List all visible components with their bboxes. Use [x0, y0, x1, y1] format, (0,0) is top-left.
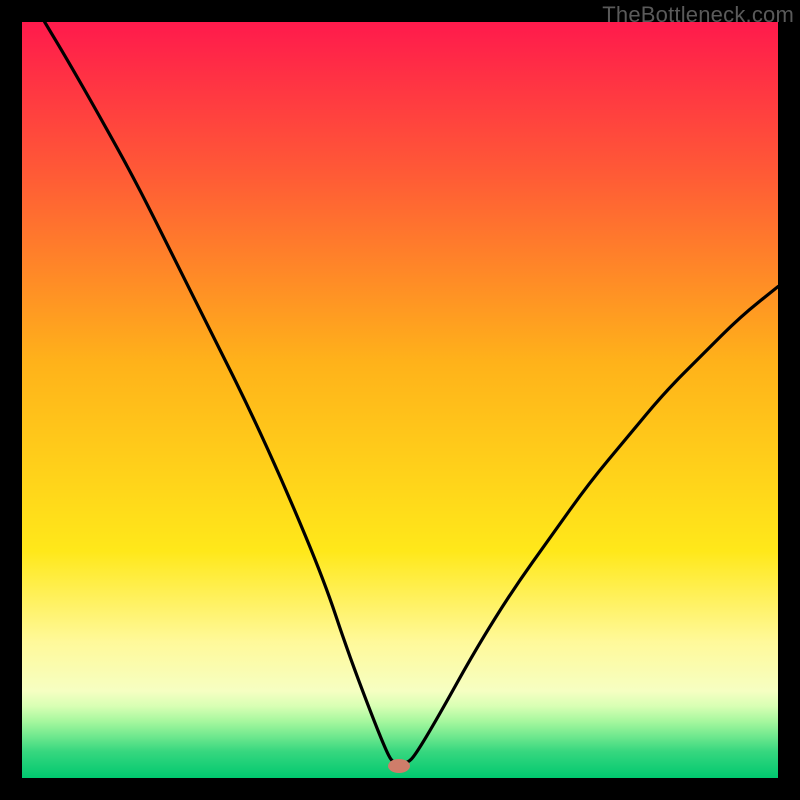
optimal-marker — [388, 759, 410, 773]
watermark-text: TheBottleneck.com — [602, 2, 794, 28]
bottleneck-curve — [22, 22, 778, 778]
chart-stage: TheBottleneck.com — [0, 0, 800, 800]
plot-area — [22, 22, 778, 778]
